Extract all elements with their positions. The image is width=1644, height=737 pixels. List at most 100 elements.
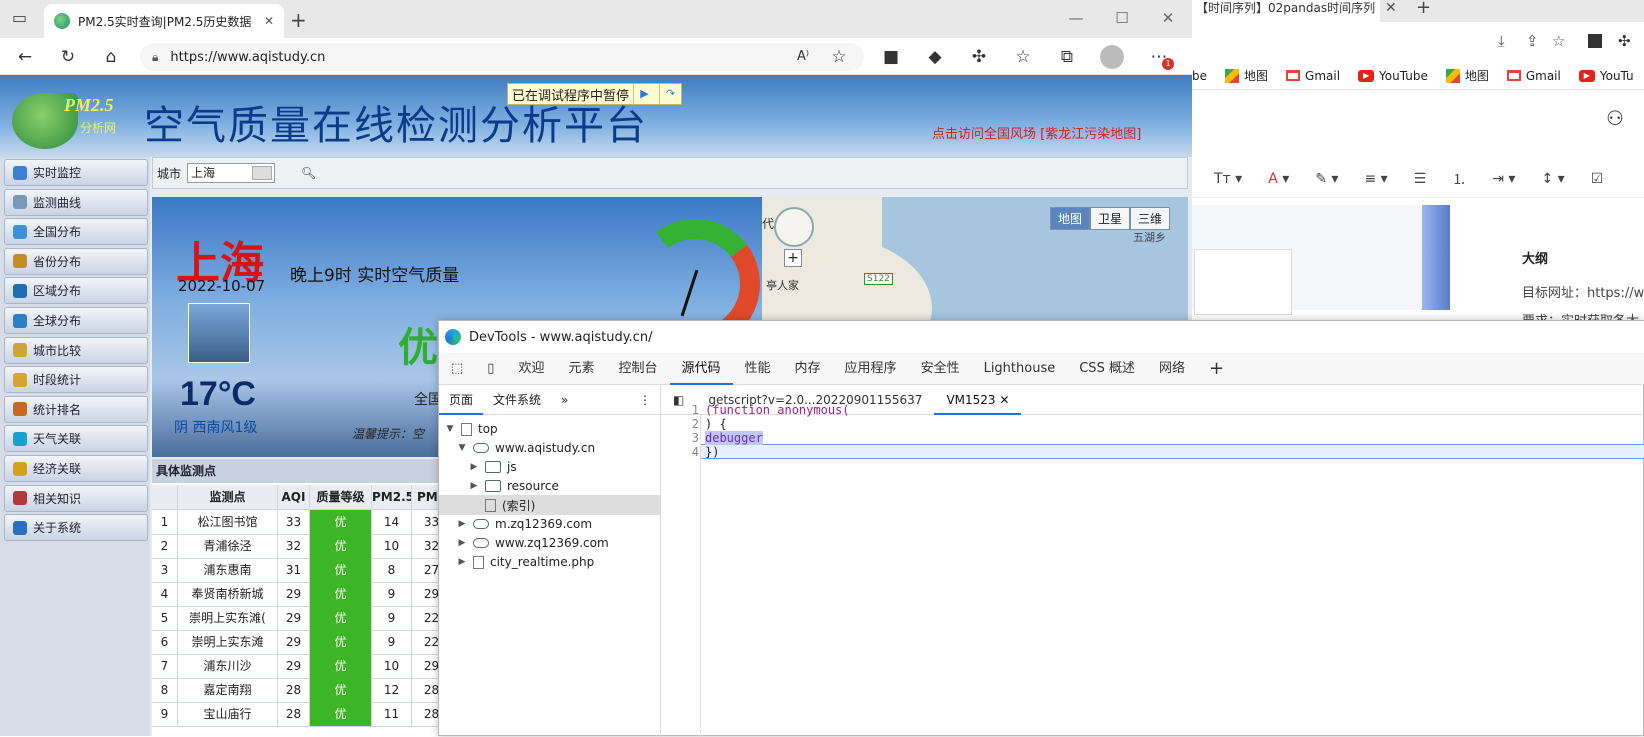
add-person-icon[interactable]: ⚇ [1606, 106, 1624, 130]
search-icon[interactable]: 🔍︎ [301, 166, 316, 180]
devtools-tab-0[interactable]: 欢迎 [506, 353, 556, 385]
sidebar-item-9[interactable]: 天气关联 [4, 425, 148, 453]
line-number[interactable]: 4 [661, 445, 699, 460]
sidebar-item-11[interactable]: 相关知识 [4, 484, 148, 512]
maximize-button[interactable]: ☐ [1110, 6, 1134, 30]
sidebar-item-5[interactable]: 全球分布 [4, 307, 148, 334]
line-number[interactable]: 1 [661, 403, 699, 418]
right-new-tab-button[interactable]: + [1416, 0, 1431, 18]
map-type-satellite[interactable]: 卫星 [1089, 207, 1130, 230]
indent-icon[interactable]: ⇥ ▾ [1492, 171, 1515, 187]
map-type-map[interactable]: 地图 [1049, 207, 1090, 230]
right-tab-title[interactable]: 【时间序列】02pandas时间序列 [1192, 0, 1380, 22]
editor-tab-vm[interactable]: VM1523 ✕ [934, 385, 1022, 415]
extension-puzzle-icon[interactable]: ✣ [1618, 32, 1631, 50]
map-pan-control[interactable] [774, 207, 814, 247]
resume-icon[interactable]: ▶ [633, 84, 655, 104]
address-bar[interactable]: 🔒︎ https://www.aqistudy.cn [140, 43, 864, 71]
devtools-tab-5[interactable]: 内存 [783, 353, 833, 385]
add-panel-icon[interactable]: + [1197, 353, 1236, 385]
bookmark-youtube[interactable]: ▶ YouTube [1358, 69, 1428, 83]
refresh-icon[interactable]: ↻ [55, 44, 81, 70]
expand-arrow-icon[interactable]: ▶ [457, 538, 467, 548]
download-icon[interactable]: ⤓ [1498, 32, 1505, 50]
devtools-tab-1[interactable]: 元素 [556, 353, 606, 385]
devtools-tab-8[interactable]: Lighthouse [972, 353, 1068, 385]
devtools-tab-3[interactable]: 源代码 [669, 353, 733, 385]
expand-arrow-icon[interactable]: ▶ [469, 462, 479, 472]
home-icon[interactable]: ⌂ [98, 44, 124, 70]
sidebar-item-4[interactable]: 区域分布 [4, 277, 148, 305]
line-number[interactable]: 3 [661, 431, 699, 446]
bookmark-star-icon[interactable]: ☆ [1552, 32, 1565, 50]
close-window-button[interactable]: ✕ [1156, 6, 1180, 30]
bullet-list-icon[interactable]: ☰ [1414, 171, 1427, 187]
subtab-page[interactable]: 页面 [439, 385, 484, 415]
highlight-icon[interactable]: ✎ ▾ [1315, 171, 1338, 187]
bookmark-truncated[interactable]: be [1192, 69, 1207, 83]
extensions-puzzle-icon[interactable]: ✣ [966, 44, 992, 70]
line-number[interactable]: 2 [661, 417, 699, 432]
expand-arrow-icon[interactable]: ▶ [469, 481, 479, 491]
map-zoom-in[interactable]: + [784, 249, 802, 267]
favorite-add-icon[interactable]: ☆ [826, 44, 852, 70]
sidebar-item-8[interactable]: 统计排名 [4, 395, 148, 423]
tree-node[interactable]: ▶ js [439, 457, 661, 477]
extension-icon-2[interactable]: ◆ [922, 44, 948, 70]
subtab-filesystem[interactable]: 文件系统 [483, 385, 551, 415]
sidebar-item-6[interactable]: 城市比较 [4, 336, 148, 364]
line-spacing-icon[interactable]: ↕ ▾ [1541, 171, 1564, 187]
sidebar-item-3[interactable]: 省份分布 [4, 247, 148, 275]
sidebar-item-10[interactable]: 经济关联 [4, 455, 148, 482]
bookmark-youtube[interactable]: ▶ YouTu [1578, 69, 1634, 83]
extension-icon-1[interactable]: ■ [878, 44, 904, 70]
extension-x-icon[interactable] [1588, 34, 1602, 48]
text-style-icon[interactable]: Tт ▾ [1214, 171, 1242, 187]
bookmark-map[interactable]: 地图 [1225, 67, 1268, 84]
tree-node[interactable]: (索引) [439, 495, 661, 515]
map-type-3d[interactable]: 三维 [1129, 207, 1170, 230]
collections-icon[interactable]: ⧉ [1054, 44, 1080, 70]
sidebar-item-1[interactable]: 监测曲线 [4, 188, 148, 216]
share-icon[interactable]: ⇪ [1526, 32, 1539, 50]
number-list-icon[interactable]: ⒈ [1452, 169, 1466, 189]
tab-close-icon[interactable]: ✕ [264, 14, 274, 28]
checkbox-icon[interactable]: ☑ [1591, 171, 1604, 187]
align-icon[interactable]: ≡ ▾ [1364, 171, 1387, 187]
profile-avatar[interactable] [1100, 45, 1124, 69]
expand-arrow-icon[interactable]: ▼ [445, 424, 455, 434]
devtools-tab-2[interactable]: 控制台 [606, 353, 669, 385]
editor-tab-close-icon[interactable]: ✕ [999, 393, 1009, 407]
tree-node[interactable]: ▶ city_realtime.php [439, 552, 661, 572]
city-input[interactable]: 上海 [187, 163, 276, 183]
sidebar-item-0[interactable]: 实时监控 [4, 159, 148, 186]
back-icon[interactable]: ← [12, 44, 38, 70]
expand-arrow-icon[interactable]: ▶ [457, 519, 467, 529]
expand-arrow-icon[interactable]: ▼ [457, 443, 467, 453]
sidebar-item-2[interactable]: 全国分布 [4, 218, 148, 246]
sidebar-item-12[interactable]: 关于系统 [4, 514, 148, 542]
read-aloud-icon[interactable]: A⁾ [790, 44, 816, 70]
tree-node[interactable]: ▶ resource [439, 476, 661, 496]
devtools-tab-4[interactable]: 性能 [733, 353, 783, 385]
devtools-tab-10[interactable]: 网络 [1147, 353, 1197, 385]
tree-node[interactable]: ▼ www.aqistudy.cn [439, 438, 661, 458]
bookmark-gmail[interactable]: Gmail [1506, 69, 1561, 83]
more-tabs-icon[interactable]: » [551, 385, 578, 415]
favorites-icon[interactable]: ☆ [1010, 44, 1036, 70]
right-tab-close-icon[interactable]: ✕ [1385, 0, 1397, 16]
tab-actions-icon[interactable]: ▭ [12, 8, 32, 28]
navigator-menu-icon[interactable]: ⋮ [629, 385, 661, 415]
national-wind-link[interactable]: 点击访问全国风场 [紫龙江污染地图] [932, 123, 1141, 142]
sidebar-item-7[interactable]: 时段统计 [4, 366, 148, 394]
bookmark-gmail[interactable]: Gmail [1286, 69, 1340, 83]
devtools-tab-7[interactable]: 安全性 [909, 353, 972, 385]
tab-aqistudy[interactable]: PM2.5实时查询|PM2.5历史数据 ✕ [44, 4, 284, 38]
step-over-icon[interactable]: ↷ [659, 84, 681, 104]
tree-node[interactable]: ▼ top [439, 419, 661, 439]
minimize-button[interactable]: — [1064, 6, 1088, 30]
bookmark-map[interactable]: 地图 [1445, 67, 1489, 84]
device-toggle-icon[interactable]: ▯ [475, 353, 506, 385]
inspect-icon[interactable]: ⬚ [439, 353, 475, 385]
expand-arrow-icon[interactable]: ▶ [457, 557, 467, 567]
